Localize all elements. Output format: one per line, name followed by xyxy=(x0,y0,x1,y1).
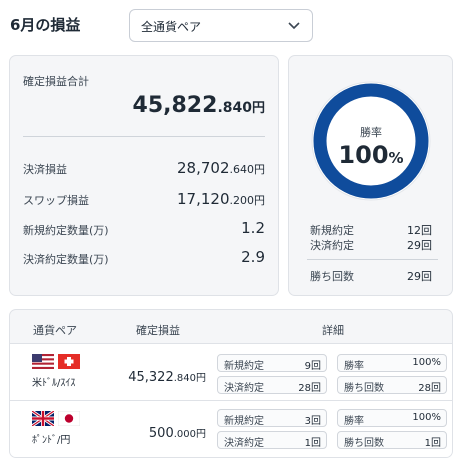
win-rate-ring: 勝率 100% xyxy=(311,81,431,201)
win-rate-pill: 勝率 100% xyxy=(337,354,447,372)
close-trades-value: 29回 xyxy=(407,239,432,252)
win-rate-label: 勝率 xyxy=(360,126,382,139)
wins-pill: 勝ち回数 28回 xyxy=(337,376,447,394)
currency-pair-select[interactable]: 全通貨ペア xyxy=(129,9,313,42)
total-profit-label: 確定損益合計 xyxy=(23,75,89,88)
win-rate-value: 100% xyxy=(338,141,404,169)
swiss-flag-icon xyxy=(58,354,80,369)
column-header-profit: 確定損益 xyxy=(136,324,180,337)
new-quantity-value: 1.2 xyxy=(241,219,265,237)
wins-label: 勝ち回数 xyxy=(310,270,354,283)
column-header-detail: 詳細 xyxy=(322,324,344,337)
currency-pair-select-value: 全通貨ペア xyxy=(141,20,202,34)
chevron-down-icon xyxy=(288,22,300,30)
win-rate-card: 勝率 100% 新規約定 12回 決済約定 29回 勝ち回数 29回 xyxy=(288,55,453,296)
pair-profit-value: 500.000円 xyxy=(148,426,206,441)
pair-profit-value: 45,322.840円 xyxy=(128,370,206,385)
close-quantity-label: 決済約定数量(万) xyxy=(23,253,109,266)
profit-summary-card: 確定損益合計 45,822.840円 決済損益 28,702.640円 スワップ… xyxy=(9,55,279,296)
total-profit-value: 45,822.840円 xyxy=(132,93,265,118)
row-divider xyxy=(10,343,452,344)
settlement-profit-value: 28,702.640円 xyxy=(177,159,265,177)
settlement-profit-label: 決済損益 xyxy=(23,163,67,176)
wins-pill: 勝ち回数 1回 xyxy=(337,431,447,449)
new-quantity-label: 新規約定数量(万) xyxy=(23,224,109,237)
new-trades-pill: 新規約定 3回 xyxy=(217,409,327,427)
new-trades-pill: 新規約定 9回 xyxy=(217,354,327,372)
close-trades-pill: 決済約定 1回 xyxy=(217,431,327,449)
close-trades-pill: 決済約定 28回 xyxy=(217,376,327,394)
pair-name: 米ﾄﾞﾙ/ｽｲｽ xyxy=(32,378,76,389)
new-trades-label: 新規約定 xyxy=(310,224,354,237)
uk-flag-icon xyxy=(32,411,54,426)
swap-profit-label: スワップ損益 xyxy=(23,194,89,207)
summary-divider xyxy=(23,136,265,137)
swap-profit-value: 17,120.200円 xyxy=(177,190,265,208)
close-trades-label: 決済約定 xyxy=(310,239,354,252)
new-trades-value: 12回 xyxy=(407,224,432,237)
pair-name: ﾎﾟﾝﾄﾞ/円 xyxy=(32,435,71,446)
close-quantity-value: 2.9 xyxy=(241,248,265,266)
page-title: 6月の損益 xyxy=(10,16,81,34)
wins-value: 29回 xyxy=(407,270,432,283)
us-flag-icon xyxy=(32,354,54,369)
win-divider xyxy=(307,259,438,260)
pair-breakdown-table: 通貨ペア 確定損益 詳細 米ﾄﾞﾙ/ｽｲｽ 45,322.840円 新規約定 9回… xyxy=(9,309,453,458)
column-header-pair: 通貨ペア xyxy=(33,324,77,337)
row-divider xyxy=(10,400,452,401)
win-rate-pill: 勝率 100% xyxy=(337,409,447,427)
japan-flag-icon xyxy=(58,411,80,426)
